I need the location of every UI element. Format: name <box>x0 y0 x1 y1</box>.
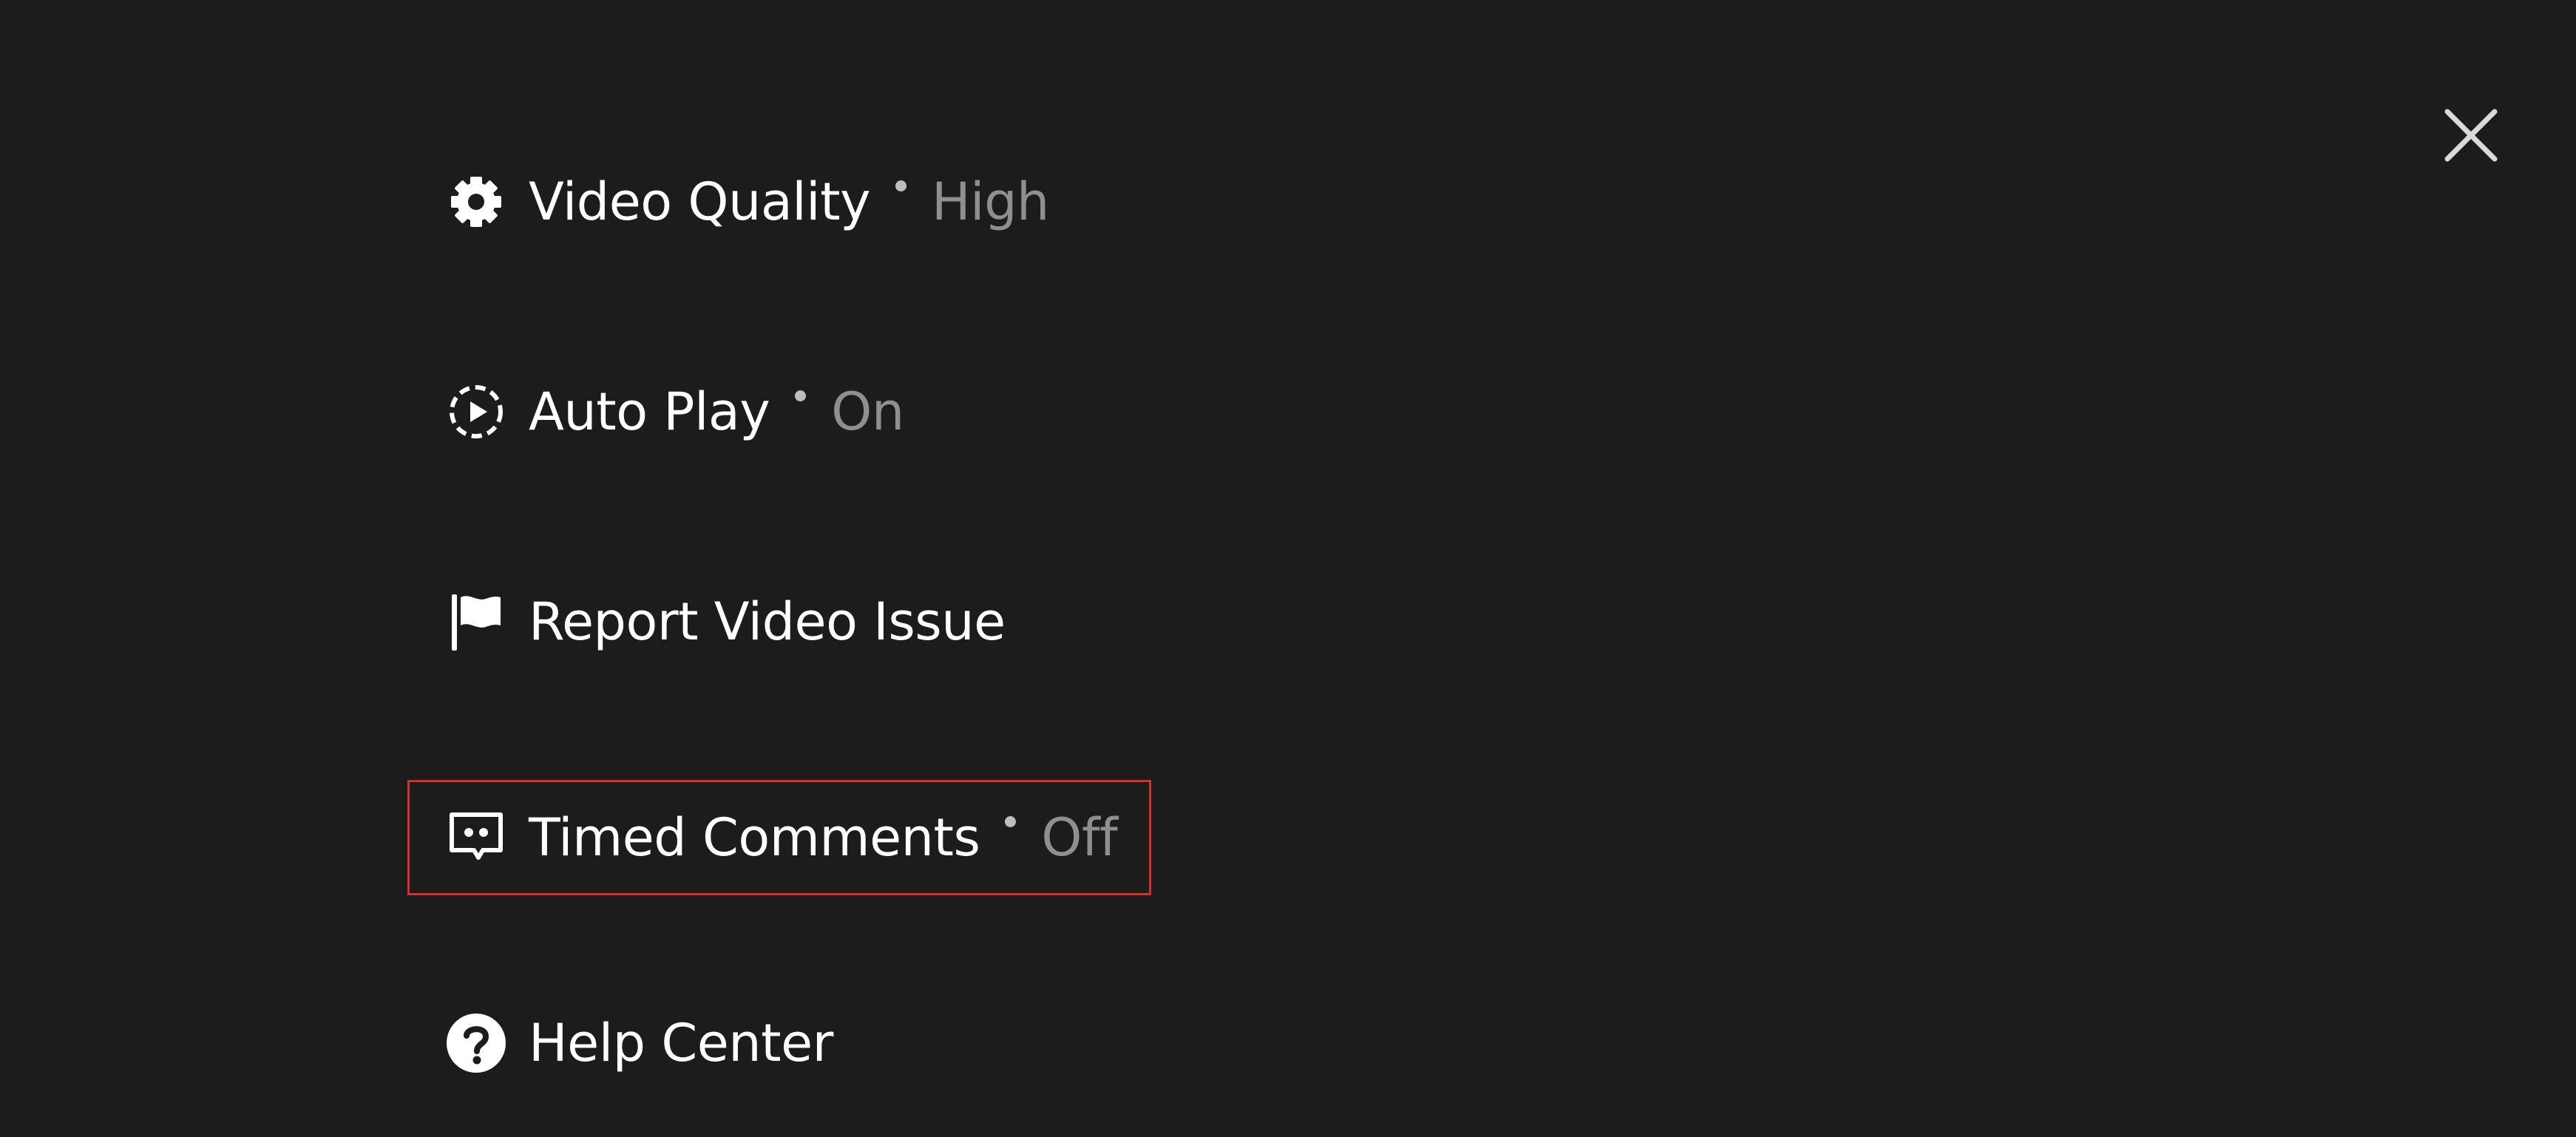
menu-item-label: Report Video Issue <box>529 591 1006 652</box>
menu-item-value: High <box>932 172 1049 232</box>
menu-item-help-center[interactable]: Help Center <box>407 985 875 1101</box>
autoplay-icon <box>444 380 508 444</box>
menu-item-video-quality[interactable]: Video Quality High <box>407 144 1091 259</box>
menu-item-timed-comments[interactable]: Timed Comments Off <box>407 780 1151 895</box>
menu-item-label: Video Quality <box>529 172 871 232</box>
menu-item-auto-play[interactable]: Auto Play On <box>407 354 946 469</box>
menu-item-label: Timed Comments <box>529 807 980 868</box>
flag-icon <box>444 590 508 654</box>
close-button[interactable] <box>2438 103 2504 168</box>
separator-dot <box>1005 815 1017 827</box>
gear-icon <box>444 170 508 234</box>
comment-icon <box>444 806 508 869</box>
menu-item-report-video-issue[interactable]: Report Video Issue <box>407 564 1047 679</box>
menu-item-value: On <box>831 381 904 442</box>
menu-item-label: Auto Play <box>529 381 770 442</box>
separator-dot <box>895 180 907 191</box>
help-icon <box>444 1011 508 1075</box>
separator-dot <box>795 390 807 401</box>
menu-item-value: Off <box>1041 807 1118 868</box>
close-icon <box>2444 109 2498 162</box>
menu-item-label: Help Center <box>529 1013 833 1073</box>
